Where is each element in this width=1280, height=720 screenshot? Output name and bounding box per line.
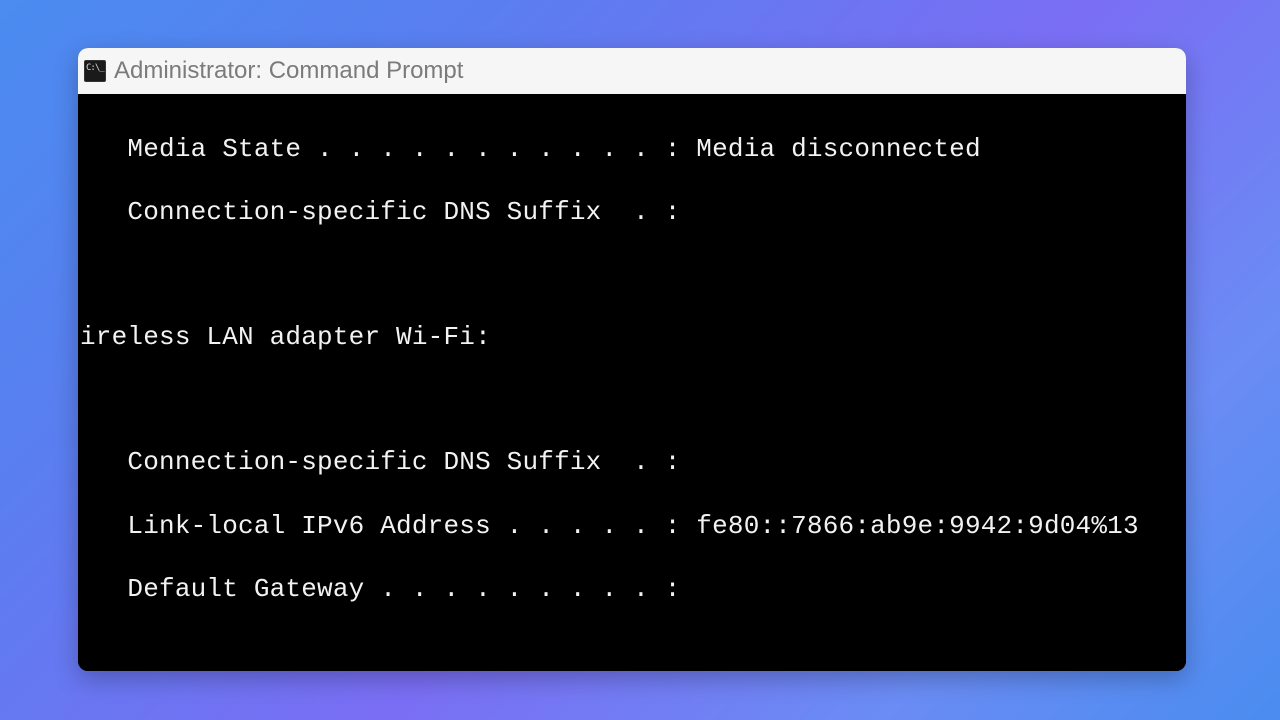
output-blank <box>78 638 1186 668</box>
output-line: Media State . . . . . . . . . . . : Medi… <box>78 134 1186 166</box>
output-line: Default Gateway . . . . . . . . . : <box>78 574 1186 606</box>
cmd-icon <box>84 60 106 82</box>
output-blank <box>78 261 1186 291</box>
output-line: Link-local IPv6 Address . . . . . : fe80… <box>78 511 1186 543</box>
terminal-output[interactable]: Media State . . . . . . . . . . . : Medi… <box>78 94 1186 671</box>
output-line: Connection-specific DNS Suffix . : <box>78 447 1186 479</box>
window-titlebar[interactable]: Administrator: Command Prompt <box>78 48 1186 94</box>
command-prompt-window: Administrator: Command Prompt Media Stat… <box>78 48 1186 671</box>
window-title: Administrator: Command Prompt <box>114 57 463 85</box>
output-blank <box>78 386 1186 416</box>
output-line: Connection-specific DNS Suffix . : <box>78 197 1186 229</box>
output-section-header: ireless LAN adapter Wi-Fi: <box>78 322 1186 354</box>
desktop-background: Administrator: Command Prompt Media Stat… <box>0 0 1280 720</box>
